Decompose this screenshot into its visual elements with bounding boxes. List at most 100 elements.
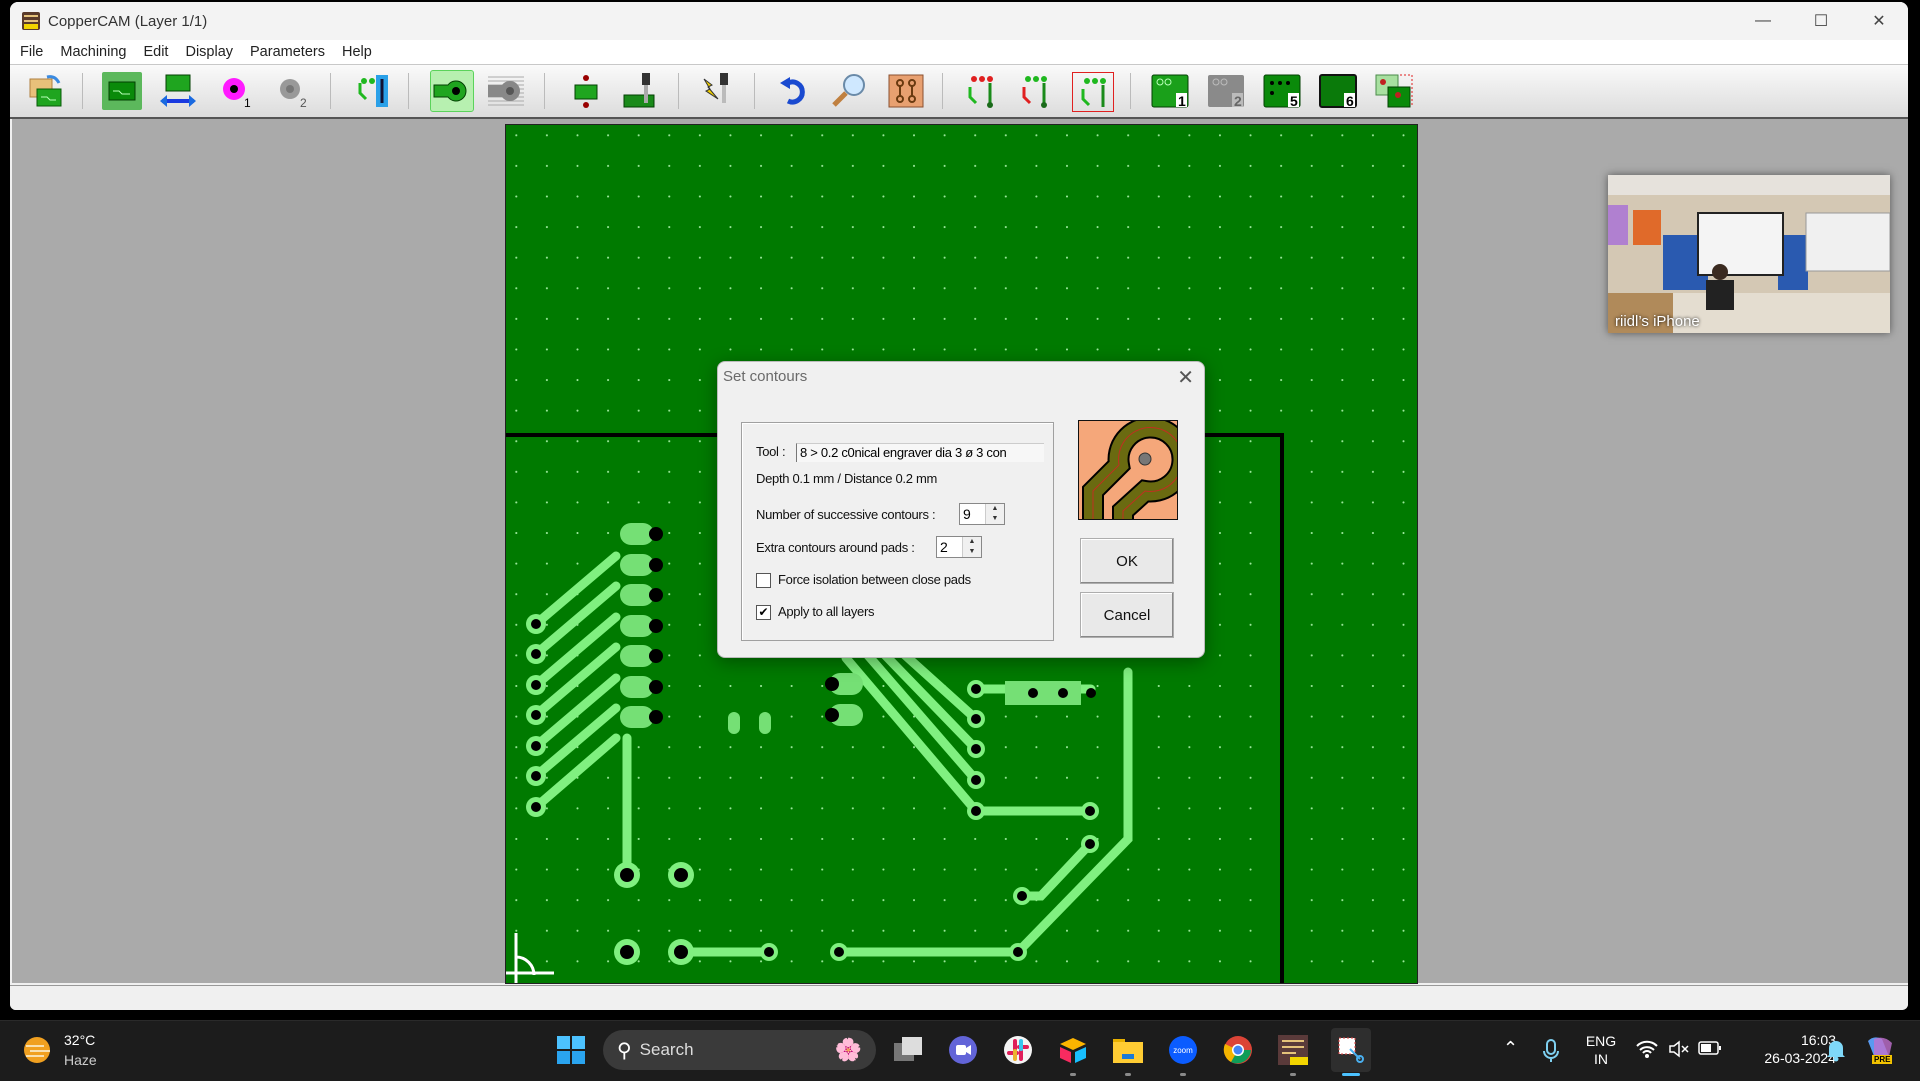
board-drill-point-icon [574,75,598,108]
layer-6-button[interactable]: 6 [1318,72,1358,110]
extra-contours-stepper[interactable]: 2 ▲ ▼ [936,536,982,558]
snipping-tool-icon [1338,1037,1364,1063]
apply-all-layers-checkbox[interactable]: ✔ [756,605,771,620]
start-button[interactable] [554,1033,588,1067]
show-hidden-icons-chevron-icon[interactable]: ⌃ [1503,1039,1518,1057]
taskbar-coppercam-app[interactable] [1276,1033,1310,1067]
taskbar-search[interactable]: ⚲ Search 🌸 [603,1030,876,1070]
engrave-tool-button[interactable] [698,72,738,110]
undo-button[interactable] [774,72,814,110]
set-contours-button[interactable] [430,70,474,112]
red-pads-icon [968,76,993,108]
undo-icon [780,77,805,105]
close-button[interactable]: ✕ [1850,2,1908,40]
taskbar-snipping-tool-app[interactable] [1331,1028,1371,1072]
taskbar-meet-app[interactable] [946,1033,980,1067]
copper-pcb-icon [888,74,924,108]
menu-help[interactable]: Help [342,44,372,60]
board-dimensions-button[interactable] [158,72,198,110]
layer-5-button[interactable]: 5 [1262,72,1302,110]
taskbar-airtable-app[interactable] [1056,1033,1090,1067]
gray-pad-icon: 2 [280,79,307,109]
close-icon: ✕ [1177,367,1194,389]
stepper-down-icon[interactable]: ▼ [986,514,1004,524]
layer-tracks-gray-icon: 2 [1208,75,1244,109]
tool-label: Tool : [756,444,786,459]
wifi-icon[interactable] [1636,1039,1658,1064]
stepper-up-icon[interactable]: ▲ [986,504,1004,514]
stepper-down-icon[interactable]: ▼ [963,547,981,557]
contour-pad-preview-icon [1082,421,1177,519]
menu-file[interactable]: File [20,44,43,60]
select-pads-button[interactable] [962,72,1002,110]
camera-preview-overlay[interactable]: riidl’s iPhone [1608,175,1890,333]
zoom-button[interactable] [830,72,870,110]
chrome-icon [1223,1036,1252,1064]
hatching-button[interactable] [486,72,526,110]
layer-1-button[interactable]: 1 [1150,72,1190,110]
copilot-preview-badge: PRE [1872,1055,1893,1064]
drill-1-button[interactable]: 1 [216,72,256,110]
layer-drills-icon: 5 [1263,74,1301,109]
ok-button[interactable]: OK [1080,538,1174,584]
maximize-button[interactable]: ☐ [1792,2,1850,40]
mill-tool-button[interactable] [620,72,660,110]
menu-display[interactable]: Display [185,44,233,60]
drill-board-button[interactable] [566,72,606,110]
force-isolation-checkbox[interactable] [756,573,771,588]
volume-muted-icon[interactable] [1668,1039,1690,1064]
language-indicator[interactable]: ENG IN [1581,1032,1621,1068]
stepper-up-icon[interactable]: ▲ [963,537,981,547]
new-board-button[interactable] [102,72,142,110]
contour-preview-image [1078,420,1178,520]
tool-field[interactable]: 8 > 0.2 c0nical engraver dia 3 ø 3 con [796,443,1044,462]
clock[interactable]: 16:03 26-03-2024 [1738,1031,1836,1067]
select-all-button[interactable] [1072,72,1114,112]
haze-sun-icon [24,1037,50,1063]
layer-tracks-icon: 1 [1151,74,1189,109]
zoom-icon: zoom [1169,1036,1197,1064]
toolbar-separator [678,73,679,109]
magenta-pad-icon: 1 [223,78,251,109]
drill-2-button[interactable]: 2 [272,72,312,110]
search-highlight-flower-icon: 🌸 [834,1037,862,1062]
successive-contours-value[interactable]: 9 [960,504,985,524]
dialog-close-button[interactable]: ✕ [1177,365,1194,390]
weather-widget[interactable] [22,1035,52,1065]
cancel-button[interactable]: Cancel [1080,592,1174,638]
svg-text:1: 1 [1178,93,1186,109]
copper-view-button[interactable] [886,72,926,110]
layer-outline-icon: 6 [1319,74,1357,109]
language-code: ENG [1585,1033,1617,1049]
extra-contours-value[interactable]: 2 [937,537,962,557]
taskbar-zoom-app[interactable]: zoom [1166,1033,1200,1067]
menu-edit[interactable]: Edit [143,44,168,60]
taskbar-chrome-app[interactable] [1221,1033,1255,1067]
minimize-button[interactable]: — [1734,2,1792,40]
menu-parameters[interactable]: Parameters [250,44,325,60]
layers-overlay-button[interactable] [1374,72,1414,110]
task-view-icon [894,1037,922,1061]
open-file-button[interactable] [26,72,66,110]
taskbar-file-explorer[interactable] [1111,1033,1145,1067]
tracks-button[interactable] [352,72,392,110]
framed-tracks-icon [1081,78,1106,107]
airtable-icon [1060,1038,1086,1063]
notification-bell-icon[interactable] [1826,1038,1846,1067]
taskbar-slack-app[interactable] [1001,1033,1035,1067]
copilot-button[interactable]: PRE [1864,1033,1898,1067]
select-tracks-button[interactable] [1016,72,1056,110]
menu-machining[interactable]: Machining [60,44,126,60]
svg-text:5: 5 [1290,93,1298,109]
maximize-icon: ☐ [1813,13,1829,30]
origin-crosshair-icon [506,933,554,983]
battery-icon[interactable] [1698,1040,1722,1061]
microphone-icon[interactable] [1543,1039,1559,1068]
toolbar-separator [1130,73,1131,109]
layer-2-button[interactable]: 2 [1206,72,1246,110]
active-app-indicator [1342,1073,1360,1076]
search-icon: ⚲ [617,1039,632,1062]
windows-logo-icon [557,1036,585,1064]
successive-contours-stepper[interactable]: 9 ▲ ▼ [959,503,1005,525]
task-view-button[interactable] [892,1033,926,1067]
